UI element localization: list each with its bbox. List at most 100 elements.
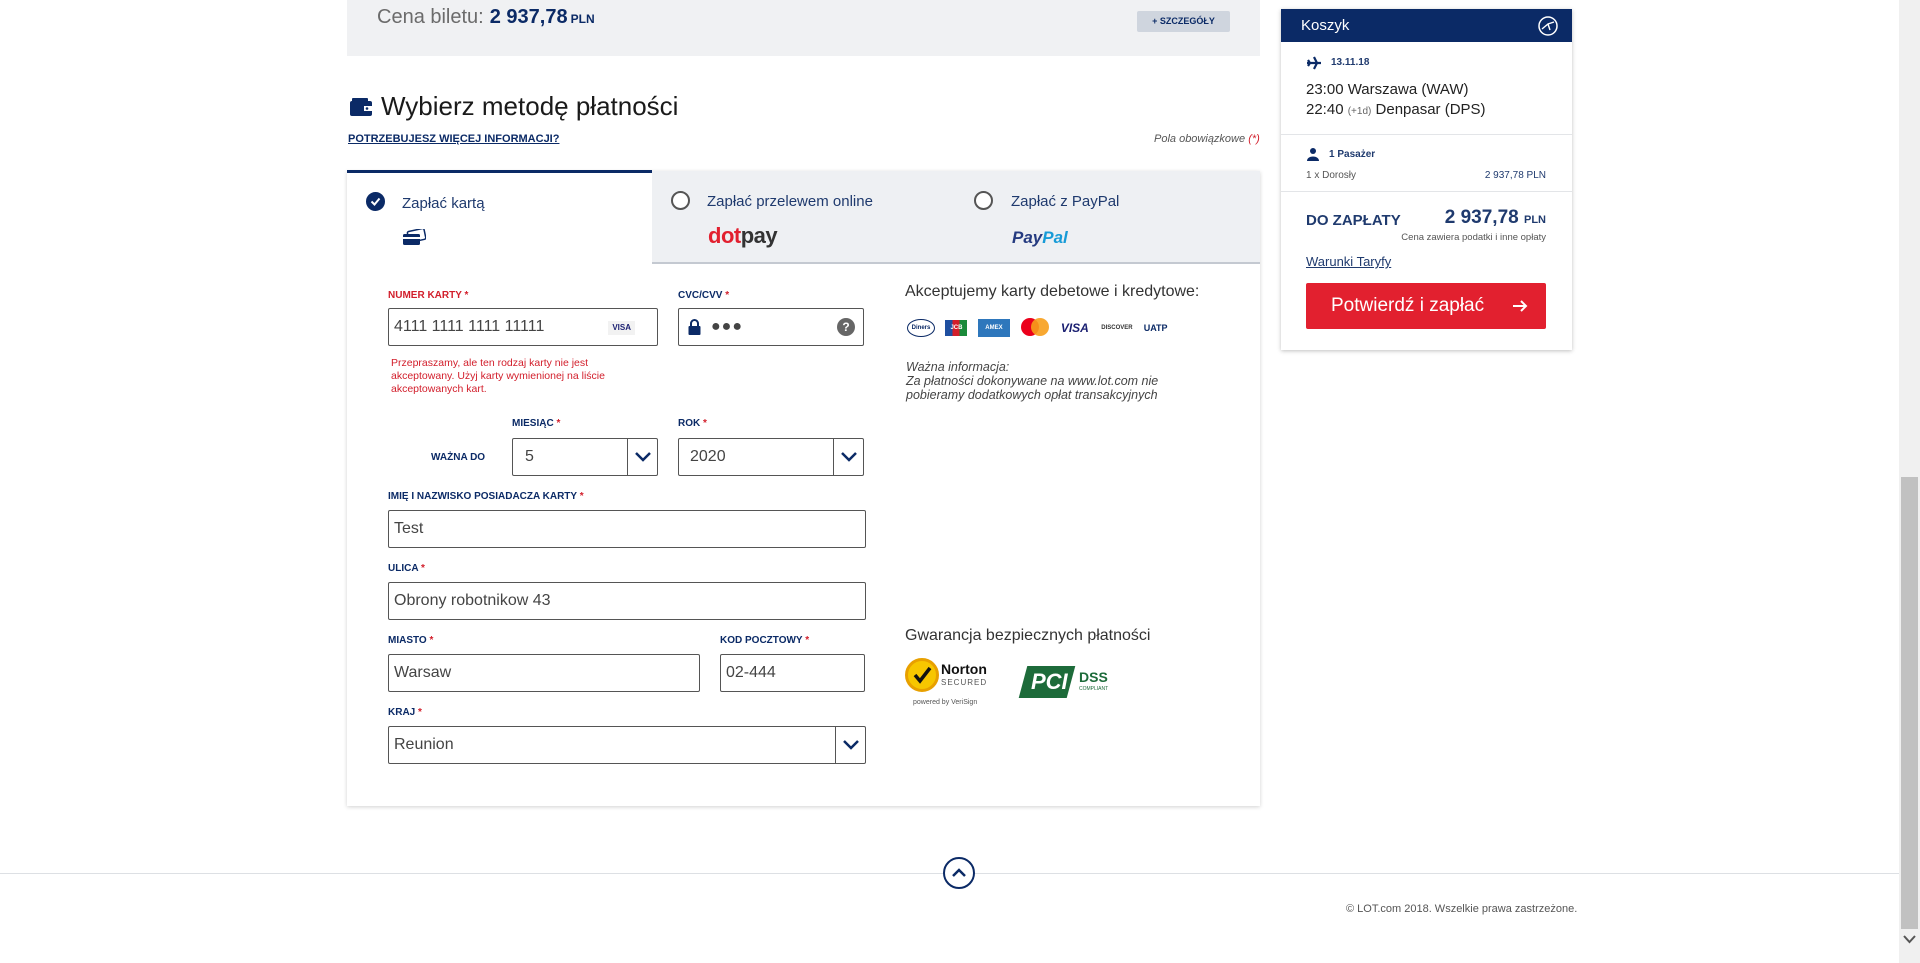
flight-arrival: 22:40 (+1d) Denpasar (DPS) [1306,101,1486,118]
plane-icon [1307,56,1321,70]
chevron-down-icon [635,452,651,462]
year-label-text: ROK [678,418,701,429]
flight-date: 13.11.18 [1331,57,1370,68]
payment-method-title-text: Wybierz metodę płatności [381,91,679,121]
tab-card-label: Zapłać kartą [402,195,485,212]
postal-code-value: 02-444 [726,664,776,681]
flight-departure: 23:00 Warszawa (WAW) [1306,81,1469,98]
confirm-and-pay-button[interactable]: Potwierdź i zapłać [1306,283,1546,329]
pci-text: PCI [1031,669,1068,694]
tab-paypal-radio[interactable] [974,191,993,210]
to-pay-value: 2 937,78 [1444,207,1519,228]
postal-code-label: KOD POCZTOWY * [720,635,809,646]
chevron-up-icon [952,868,966,877]
year-value: 2020 [690,448,726,465]
card-holder-input[interactable]: Test [388,510,866,548]
paypal-logo-part2: Pal [1042,228,1068,247]
street-label-text: ULICA [388,563,419,574]
dotpay-logo-part2: pay [740,223,778,248]
passenger-icon [1307,148,1319,161]
city-input[interactable]: Warsaw [388,654,700,692]
copyright: © LOT.com 2018. Wszelkie prawa zastrzeżo… [1346,903,1578,915]
tab-transfer[interactable]: Zapłać przelewem online dotpay [652,171,956,262]
arrival-place: Denpasar (DPS) [1375,101,1486,118]
scroll-down-arrow-icon[interactable] [1901,932,1918,946]
lock-icon [688,319,701,335]
street-input[interactable]: Obrony robotnikow 43 [388,582,866,620]
card-number-label: NUMER KARTY * [388,290,468,301]
amex-logo: AMEX [977,319,1010,337]
card-number-input[interactable]: 4111 1111 1111 11111 VISA [388,308,658,346]
required-mark: * [429,635,434,646]
required-mark: * [464,290,469,301]
details-button[interactable]: + SZCZEGÓŁY [1137,11,1230,32]
tab-paypal[interactable]: Zapłać z PayPal PayPal [956,171,1260,262]
valid-to-label: WAŻNA DO [431,452,486,463]
scroll-to-top-button[interactable] [943,857,975,889]
cvc-input[interactable]: ●●● ? [678,308,864,346]
guarantee-title: Gwarancja bezpiecznych płatności [905,627,1151,644]
card-number-value: 4111 1111 1111 11111 [394,318,545,335]
important-info: Ważna informacja: Za płatności dokonywan… [906,360,1158,402]
credit-card-icon [403,229,426,245]
dotpay-logo: dotpay [708,223,778,249]
required-note-text: Pola obowiązkowe [1154,133,1246,145]
required-mark: * [725,290,730,301]
discover-logo: DISCOVER [1101,325,1133,331]
arrival-time: 22:40 [1306,101,1344,118]
tab-card-radio[interactable] [366,192,385,211]
postal-code-input[interactable]: 02-444 [720,654,865,692]
card-number-label-text: NUMER KARTY [388,290,462,301]
required-mark: * [418,707,422,718]
scrollbar-thumb[interactable] [1901,477,1918,929]
more-info-link[interactable]: POTRZEBUJESZ WIĘCEJ INFORMACJI? [348,133,559,145]
tab-card[interactable]: Zapłać kartą [347,170,652,267]
cvc-label-text: CVC/CVV [678,290,723,301]
holder-label: IMIĘ I NAZWISKO POSIADACZA KARTY * [388,491,584,502]
country-select-arrow[interactable] [835,726,865,764]
norton-name: Norton [941,661,987,677]
month-select-arrow[interactable] [627,438,657,476]
cart-title: Koszyk [1301,17,1350,34]
paypal-logo: PayPal [1012,228,1068,248]
card-brand-badge: VISA [608,321,635,335]
country-select[interactable]: Reunion [388,726,866,764]
tax-note: Cena zawiera podatki i inne opłaty [1401,232,1546,243]
required-mark: * [703,418,707,429]
norton-powered: powered by VeriSign [913,699,978,706]
dotpay-logo-part1: dot [708,223,741,248]
street-value: Obrony robotnikow 43 [394,592,551,609]
year-select[interactable]: 2020 [678,438,864,476]
fare-terms-link[interactable]: Warunki Taryfy [1306,254,1391,269]
year-select-arrow[interactable] [833,438,863,476]
cart-divider [1281,191,1572,192]
country-value: Reunion [394,736,454,753]
tab-transfer-radio[interactable] [671,191,690,210]
passenger-type: 1 x Dorosły [1306,170,1357,181]
important-info-title: Ważna informacja: [906,360,1010,374]
passenger-count: 1 Pasażer [1329,149,1376,160]
accepted-cards-logos: Diners JCB AMEX VISA DISCOVER UATP [907,318,1180,338]
lot-crane-logo-icon [1538,16,1558,36]
passenger-price: 2 937,78 PLN [1484,170,1546,181]
ticket-price-currency: PLN [570,12,595,26]
year-label: ROK * [678,418,707,429]
required-mark: * [579,491,584,502]
cvc-label: CVC/CVV * [678,290,729,301]
visa-logo: VISA [1060,321,1089,335]
required-mark: * [805,635,810,646]
city-label: MIASTO * [388,635,433,646]
country-label: KRAJ * [388,707,422,718]
country-label-text: KRAJ [388,707,416,718]
to-pay-label: DO ZAPŁATY [1306,212,1401,229]
important-info-line1: Za płatności dokonywane na www.lot.com n… [906,374,1159,388]
month-value: 5 [525,448,534,465]
help-icon[interactable]: ? [837,318,855,336]
month-select[interactable]: 5 [512,438,658,476]
mastercard-logo [1020,318,1050,338]
card-holder-value: Test [394,520,424,537]
holder-label-text: IMIĘ I NAZWISKO POSIADACZA KARTY [388,491,577,502]
arrival-offset: (+1d) [1347,106,1372,117]
card-error-message: Przepraszamy, ale ten rodzaj karty nie j… [391,357,605,395]
pci-dss-badge: PCI DSS COMPLIANT [1018,664,1118,702]
